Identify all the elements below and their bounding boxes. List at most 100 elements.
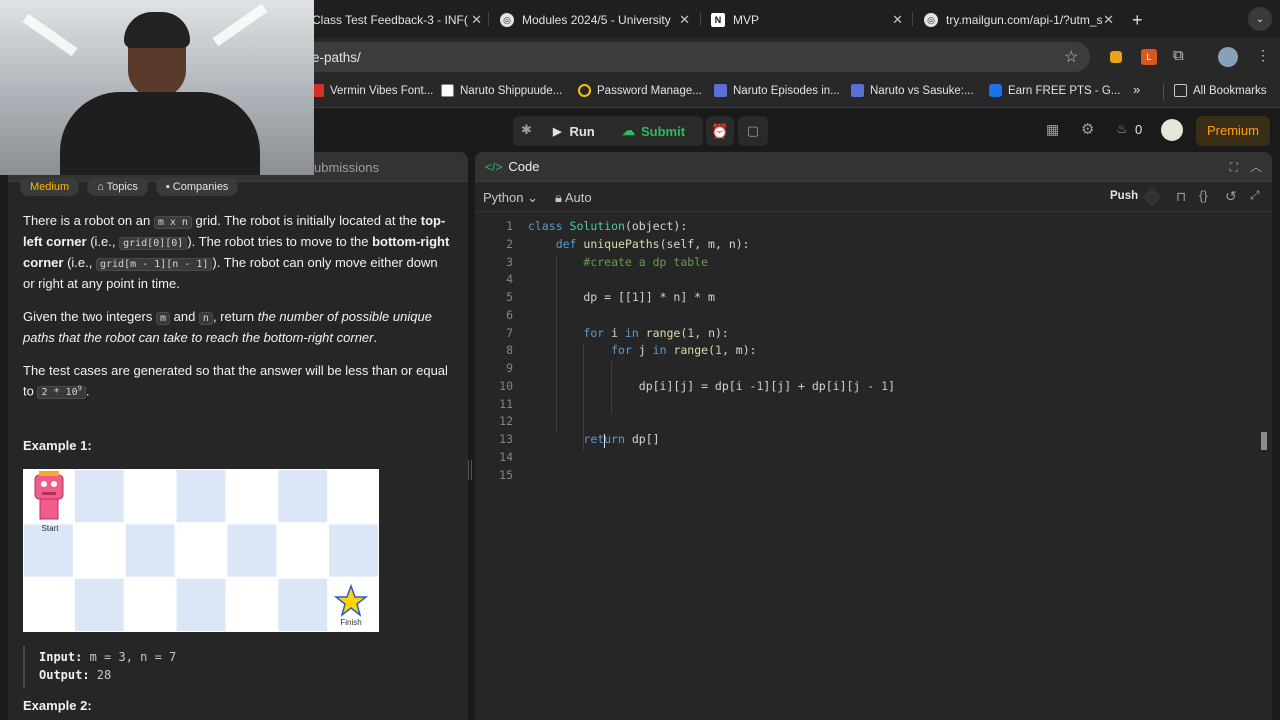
lock-icon: ▪ — [165, 181, 173, 193]
puzzle-icon[interactable]: ⧉ — [1173, 47, 1184, 64]
text-cursor — [604, 434, 606, 448]
bookmark-icon[interactable]: ⊓ — [1176, 189, 1186, 205]
chevron-down-icon[interactable]: ⌄ — [1248, 7, 1272, 31]
push-button[interactable]: Push — [1110, 190, 1138, 202]
companies-button[interactable]: ▪ Companies — [155, 178, 239, 196]
grid-cell — [227, 470, 277, 523]
code-line[interactable]: 11 — [475, 397, 1272, 415]
notes-icon[interactable]: ▢ — [738, 116, 768, 146]
bookmark-label: Naruto Episodes in... — [733, 84, 840, 97]
code-line[interactable]: 7 for i in range(1, n): — [475, 326, 1272, 344]
browser-tab[interactable]: N MVP ✕ — [711, 6, 903, 34]
line-number: 2 — [506, 236, 513, 251]
panel-splitter[interactable] — [468, 460, 472, 480]
git-icon — [1142, 187, 1162, 207]
bookmark-favicon-icon — [578, 84, 591, 97]
all-bookmarks-button[interactable]: All Bookmarks — [1174, 84, 1267, 97]
grid-cell — [227, 578, 277, 631]
code-line[interactable]: 5 dp = [[1]] * n] * m — [475, 290, 1272, 308]
extension-icon[interactable]: L — [1141, 49, 1157, 65]
code-line[interactable]: 4 — [475, 272, 1272, 290]
language-select[interactable]: Python ⌄ — [483, 190, 538, 206]
folder-icon — [1174, 84, 1187, 97]
close-icon[interactable]: ✕ — [1103, 12, 1114, 28]
input-value: m = 3, n = 7 — [82, 650, 177, 664]
example-1-io: Input: m = 3, n = 7 Output: 28 — [39, 648, 176, 684]
more-bookmarks-button[interactable]: » — [1133, 82, 1140, 97]
output-label: Output: — [39, 668, 90, 682]
code-line[interactable]: 15 — [475, 468, 1272, 486]
submit-button[interactable]: ☁ Submit — [622, 116, 685, 146]
auto-label: Auto — [564, 190, 592, 205]
close-icon[interactable]: ✕ — [679, 12, 690, 28]
line-number: 10 — [499, 378, 513, 393]
indent-guide — [583, 343, 585, 450]
auto-toggle[interactable]: 🔒︎ Auto — [555, 190, 592, 206]
tab-title: MVP — [733, 13, 760, 27]
grid-cell — [176, 524, 226, 577]
code-line[interactable]: 14 — [475, 450, 1272, 468]
code-line[interactable]: 2 def uniquePaths(self, m, n): — [475, 237, 1272, 255]
url-field[interactable]: e-paths/ — [300, 42, 1090, 72]
line-number: 6 — [506, 307, 513, 322]
bookmark-label: Naruto vs Sasuke:... — [870, 84, 974, 97]
gear-icon[interactable]: ⚙ — [1081, 120, 1094, 138]
scrollbar[interactable] — [1261, 432, 1267, 450]
topics-button[interactable]: ⌂ Topics — [87, 178, 148, 196]
code-line[interactable]: 8 for j in range(1, m): — [475, 343, 1272, 361]
chevron-up-icon[interactable]: ︿ — [1250, 158, 1262, 175]
extension-icon[interactable] — [1110, 51, 1122, 63]
problem-description: There is a robot on an m x n grid. The r… — [8, 211, 468, 416]
bookmark-favicon-icon — [989, 84, 1002, 97]
run-button[interactable]: ▶ Run — [553, 116, 595, 146]
new-tab-button[interactable]: + — [1132, 6, 1143, 34]
grid-cell — [278, 578, 328, 631]
code-line[interactable]: 12 — [475, 414, 1272, 432]
code-line[interactable]: 13 return dp[] — [475, 432, 1272, 450]
braces-icon[interactable]: {} — [1199, 188, 1208, 203]
avatar[interactable] — [1218, 47, 1238, 67]
premium-button[interactable]: Premium — [1196, 116, 1270, 146]
browser-tab[interactable]: ◎ Modules 2024/5 - University ✕ — [500, 6, 690, 34]
code-editor[interactable]: 1 class Solution(object): 2 def uniquePath… — [475, 219, 1272, 699]
browser-tab[interactable]: Class Test Feedback-3 - INF( ✕ — [312, 6, 482, 34]
bookmark-item[interactable]: Password Manage... — [578, 84, 702, 97]
layout-icon[interactable]: ▦ — [1046, 121, 1059, 138]
code-line[interactable]: 6 — [475, 308, 1272, 326]
description-paragraph: Given the two integers m and n, return t… — [23, 309, 432, 345]
bookmark-item[interactable]: Vermin Vibes Font... — [311, 84, 433, 97]
avatar[interactable] — [1161, 119, 1183, 141]
line-number: 13 — [499, 432, 513, 446]
bookmark-item[interactable]: Naruto Shippuude... — [441, 84, 562, 97]
timer-icon[interactable]: ⏰ — [706, 116, 734, 146]
close-icon[interactable]: ✕ — [892, 12, 903, 28]
editor-toolbar: Python ⌄ 🔒︎ Auto Push ⊓ {} ↺ ⤢ — [475, 182, 1272, 212]
star-icon[interactable]: ☆ — [1064, 47, 1078, 67]
expand-icon[interactable]: ⛶ — [1230, 160, 1238, 175]
bookmark-item[interactable]: Naruto vs Sasuke:... — [851, 84, 974, 97]
browser-tab[interactable]: ◎ try.mailgun.com/api-1/?utm_s ✕ — [924, 6, 1114, 34]
code-line[interactable]: 3 #create a dp table — [475, 255, 1272, 273]
reset-icon[interactable]: ↺ — [1225, 188, 1237, 205]
streak-count: 0 — [1135, 122, 1143, 137]
code-panel-header: </> Code ⛶ ︿ — [475, 152, 1272, 182]
code-line[interactable]: 1 class Solution(object): — [475, 219, 1272, 237]
code-title: Code — [508, 159, 540, 174]
globe-icon: ◎ — [500, 13, 514, 27]
bookmark-item[interactable]: Naruto Episodes in... — [714, 84, 840, 97]
line-number: 14 — [499, 449, 513, 464]
fullscreen-icon[interactable]: ⤢ — [1250, 188, 1260, 203]
close-icon[interactable]: ✕ — [471, 12, 482, 28]
line-number: 5 — [506, 290, 513, 304]
line-number: 9 — [506, 361, 513, 375]
code-line[interactable]: 10 dp[i][j] = dp[i -1][j] + dp[i][j - 1] — [475, 379, 1272, 397]
submit-label: Submit — [641, 123, 686, 139]
tab-submissions[interactable]: ubmissions — [314, 160, 379, 175]
code-line[interactable]: 9 — [475, 361, 1272, 379]
more-icon[interactable]: ⋮ — [1256, 47, 1270, 64]
bookmark-item[interactable]: Earn FREE PTS - G... — [989, 84, 1120, 97]
bookmark-favicon-icon — [714, 84, 727, 97]
input-label: Input: — [39, 650, 83, 664]
debug-icon[interactable]: ✱ — [521, 122, 532, 138]
bookmark-favicon-icon — [441, 84, 454, 97]
